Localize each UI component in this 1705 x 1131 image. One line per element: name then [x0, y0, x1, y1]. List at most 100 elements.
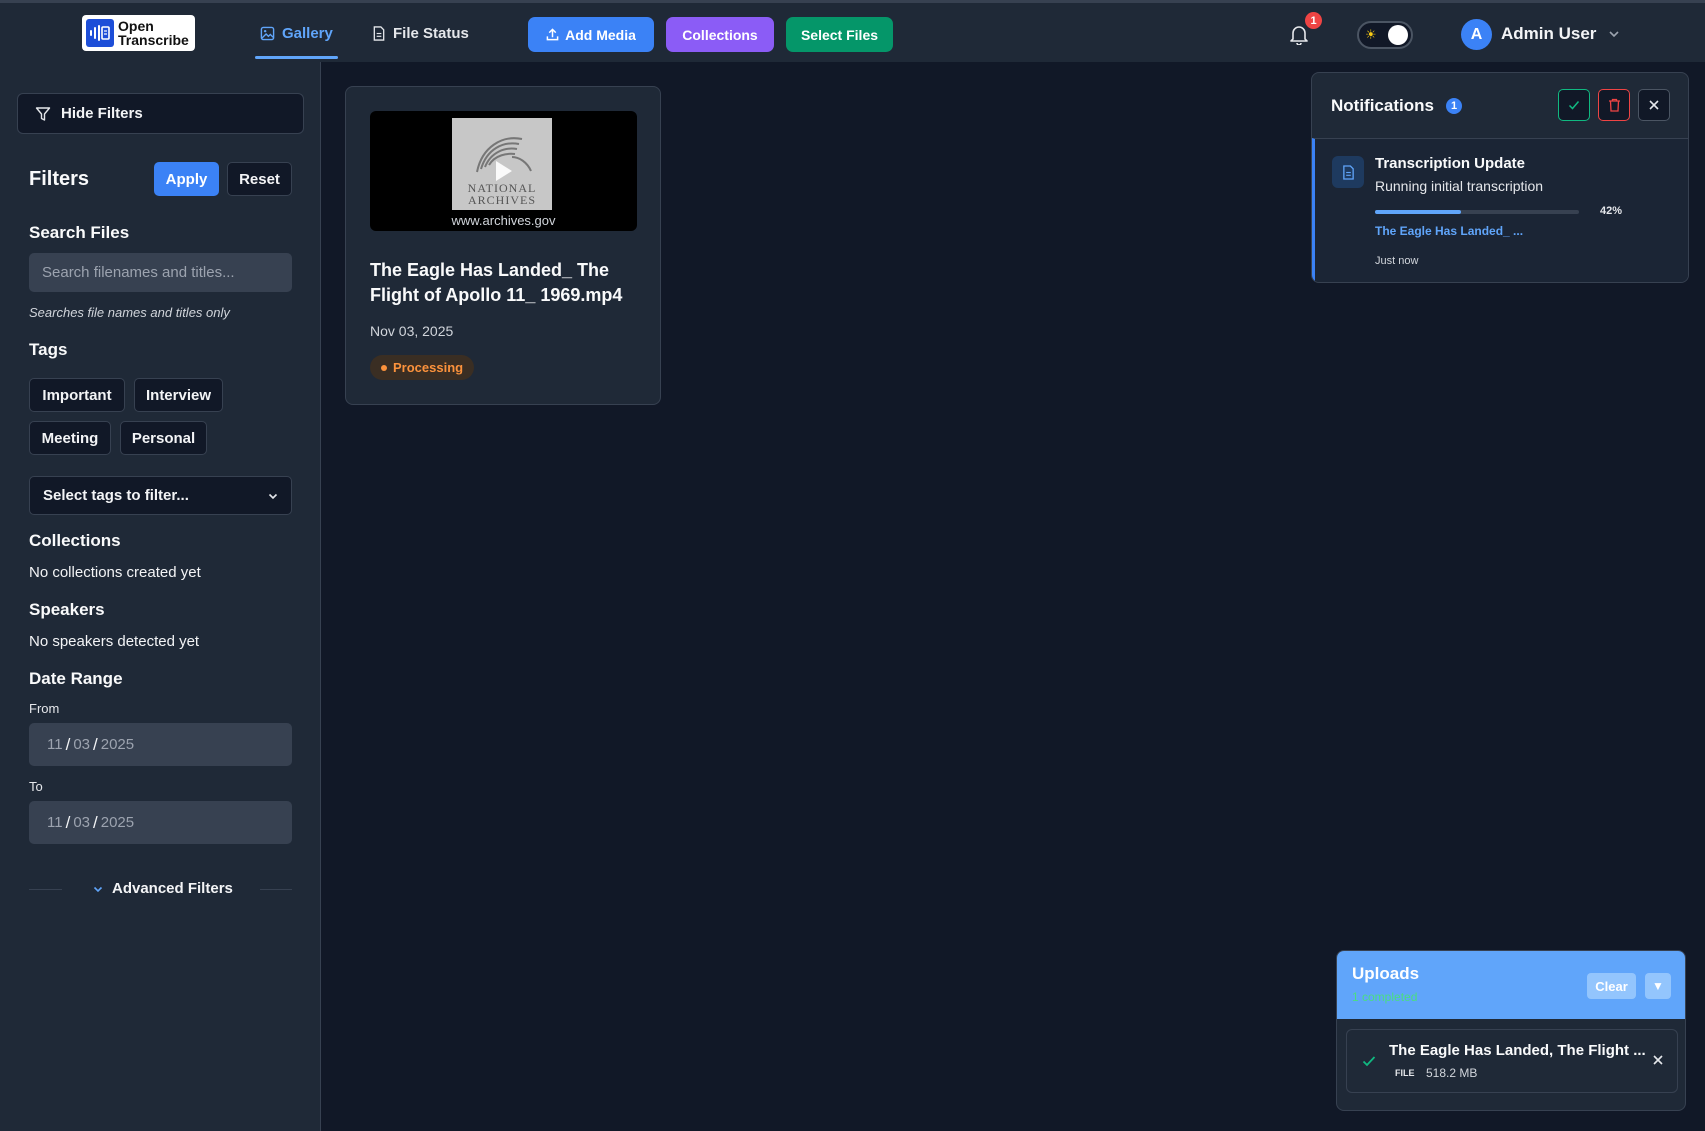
check-icon [1568, 101, 1580, 110]
tab-gallery[interactable]: Gallery [255, 17, 338, 49]
date-to-input[interactable]: 11 / 03 / 2025 [29, 801, 292, 844]
check-icon [1362, 1056, 1376, 1067]
date-to-label: To [29, 779, 43, 794]
select-files-label: Select Files [800, 26, 879, 43]
tag-filter-placeholder: Select tags to filter... [43, 487, 189, 504]
notification-title: Transcription Update [1375, 155, 1526, 172]
advanced-filters-label: Advanced Filters [112, 880, 233, 897]
date-from-month: 11 [47, 736, 63, 753]
notification-file-link[interactable]: The Eagle Has Landed_ ... [1375, 224, 1523, 238]
notification-badge: 1 [1305, 12, 1322, 29]
video-thumbnail[interactable]: NATIONAL ARCHIVES www.archives.gov [370, 111, 637, 231]
search-input[interactable] [29, 253, 292, 292]
upload-item: The Eagle Has Landed, The Flight ... FIL… [1346, 1029, 1678, 1093]
media-card[interactable]: NATIONAL ARCHIVES www.archives.gov The E… [345, 86, 661, 405]
toggle-knob [1388, 25, 1408, 45]
document-icon [1332, 156, 1364, 188]
uploads-panel: Uploads 1 completed Clear ▼ The Eagle Ha… [1336, 950, 1686, 1111]
notification-message: Running initial transcription [1375, 178, 1544, 194]
date-separator: / [65, 734, 71, 754]
user-name[interactable]: Admin User [1501, 24, 1596, 44]
tab-gallery-label: Gallery [282, 24, 333, 42]
upload-icon [546, 28, 559, 41]
collections-empty: No collections created yet [29, 564, 201, 581]
filters-title: Filters [29, 168, 90, 190]
notifications-count: 1 [1446, 98, 1462, 114]
progress-bar [1375, 210, 1579, 214]
chevron-down-icon [268, 493, 278, 500]
status-label: Processing [393, 360, 464, 375]
thumb-url: www.archives.gov [451, 213, 556, 228]
play-icon[interactable] [494, 159, 514, 183]
theme-toggle[interactable]: ☀ [1357, 21, 1413, 49]
search-files-title: Search Files [29, 223, 130, 242]
speakers-empty: No speakers detected yet [29, 633, 200, 650]
collections-button[interactable]: Collections [666, 17, 774, 52]
logo-line-2: Transcribe [118, 32, 189, 48]
notification-item[interactable]: Transcription Update Running initial tra… [1312, 138, 1688, 282]
advanced-filters-toggle[interactable]: Advanced Filters [92, 880, 233, 897]
trash-icon [1608, 98, 1620, 112]
apply-button[interactable]: Apply [154, 162, 219, 196]
date-separator: / [93, 812, 98, 832]
collections-title: Collections [29, 531, 121, 550]
logo-wordmark: Open Transcribe [118, 19, 189, 47]
document-icon [373, 25, 385, 41]
date-to-day: 03 [73, 814, 90, 831]
collapse-uploads-button[interactable]: ▼ [1645, 973, 1671, 999]
logo-line-1: Open [118, 18, 154, 34]
active-tab-indicator [255, 56, 338, 59]
thumb-logo-line-2: ARCHIVES [467, 193, 536, 207]
progress-percent: 42% [1600, 205, 1623, 217]
date-from-input[interactable]: 11 / 03 / 2025 [29, 723, 292, 766]
clear-uploads-button[interactable]: Clear [1587, 973, 1636, 999]
close-icon[interactable] [1652, 1054, 1664, 1066]
upload-file-name: The Eagle Has Landed, The Flight ... [1389, 1042, 1646, 1059]
tag-personal[interactable]: Personal [120, 421, 207, 455]
close-icon [1649, 100, 1659, 110]
filters-sidebar: Hide Filters Filters Apply Reset Search … [0, 62, 321, 1131]
status-dot [381, 364, 387, 371]
progress-bar-fill [1375, 210, 1461, 214]
notifications-panel: Notifications 1 Transcription Update Run… [1311, 72, 1689, 283]
media-date: Nov 03, 2025 [370, 323, 454, 339]
status-badge: Processing [370, 355, 475, 380]
close-notifications-button[interactable] [1638, 89, 1670, 121]
hide-filters-label: Hide Filters [61, 105, 143, 122]
upload-file-type: FILE [1395, 1068, 1415, 1078]
tag-interview[interactable]: Interview [134, 378, 223, 412]
tag-important[interactable]: Important [29, 378, 125, 412]
reset-button[interactable]: Reset [227, 162, 292, 196]
tab-file-status-label: File Status [393, 24, 469, 42]
add-media-label: Add Media [565, 26, 636, 43]
add-media-button[interactable]: Add Media [528, 17, 654, 52]
date-from-year: 2025 [100, 736, 135, 753]
uploads-subtitle: 1 completed [1352, 990, 1418, 1004]
media-title[interactable]: The Eagle Has Landed_ The Flight of Apol… [370, 258, 640, 308]
date-separator: / [93, 734, 98, 754]
notifications-title: Notifications [1331, 96, 1434, 115]
chevron-down-icon [93, 886, 103, 892]
tag-filter-select[interactable]: Select tags to filter... [29, 476, 292, 515]
upload-file-size: 518.2 MB [1426, 1066, 1478, 1080]
date-to-year: 2025 [100, 814, 135, 831]
date-separator: / [65, 812, 71, 832]
sun-icon: ☀ [1365, 27, 1377, 42]
search-hint: Searches file names and titles only [29, 305, 230, 320]
avatar[interactable]: A [1461, 19, 1492, 50]
mark-all-read-button[interactable] [1558, 89, 1590, 121]
select-files-button[interactable]: Select Files [786, 17, 893, 52]
divider [260, 889, 292, 890]
date-range-title: Date Range [29, 669, 123, 688]
app-logo[interactable]: Open Transcribe [82, 15, 195, 51]
hide-filters-button[interactable]: Hide Filters [17, 93, 304, 134]
chevron-down-icon[interactable] [1607, 27, 1621, 41]
tag-meeting[interactable]: Meeting [29, 421, 111, 455]
waveform-icon [86, 19, 114, 47]
collections-label: Collections [682, 26, 758, 43]
date-to-month: 11 [47, 814, 63, 831]
image-icon [260, 26, 275, 40]
tab-file-status[interactable]: File Status [367, 17, 474, 49]
date-from-day: 03 [73, 736, 90, 753]
delete-all-button[interactable] [1598, 89, 1630, 121]
